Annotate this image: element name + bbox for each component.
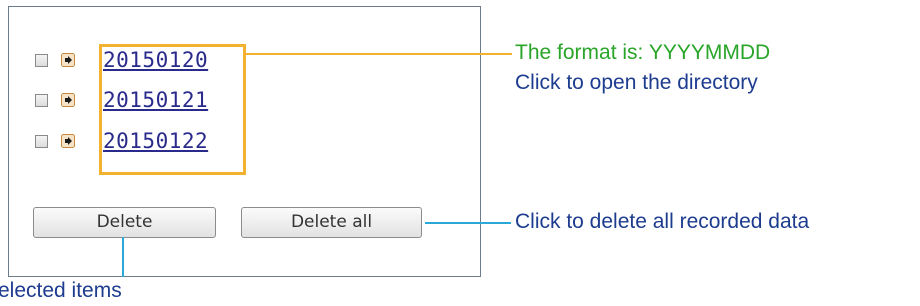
format-callout-line bbox=[246, 53, 512, 55]
delete-all-note: Click to delete all recorded data bbox=[515, 210, 810, 233]
arrow-right-icon[interactable] bbox=[61, 134, 75, 148]
delete-callout-line bbox=[122, 237, 124, 277]
screenshot-stage: 20150120 20150121 20150122 Delete Delete… bbox=[0, 0, 920, 306]
delete-all-callout-line bbox=[425, 222, 511, 224]
directory-highlight-box bbox=[99, 44, 246, 175]
delete-button[interactable]: Delete bbox=[33, 207, 216, 238]
format-note: The format is: YYYYMMDD bbox=[515, 41, 771, 64]
open-directory-note: Click to open the directory bbox=[515, 71, 758, 94]
delete-selected-note: elected items bbox=[0, 279, 122, 302]
arrow-right-icon[interactable] bbox=[61, 93, 75, 107]
row-checkbox[interactable] bbox=[35, 54, 48, 67]
arrow-right-icon[interactable] bbox=[61, 53, 75, 67]
delete-all-button[interactable]: Delete all bbox=[241, 207, 422, 238]
row-checkbox[interactable] bbox=[35, 94, 48, 107]
recorded-directory-panel: 20150120 20150121 20150122 Delete Delete… bbox=[8, 6, 481, 277]
row-checkbox[interactable] bbox=[35, 135, 48, 148]
